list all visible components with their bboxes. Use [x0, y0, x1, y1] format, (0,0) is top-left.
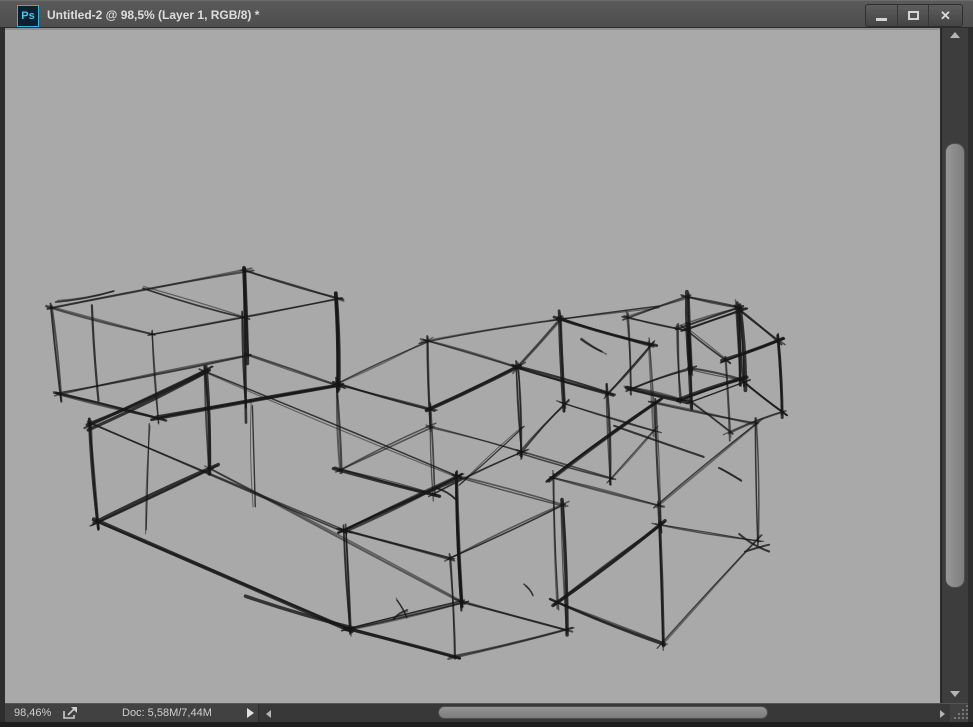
status-popup-arrow-icon[interactable]: [247, 708, 254, 718]
window-border-right: [968, 28, 973, 727]
vertical-scrollbar-thumb[interactable]: [945, 143, 965, 588]
cube-sketch-drawing: [45, 265, 789, 660]
photoshop-document-window: Ps Untitled-2 @ 98,5% (Layer 1, RGB/8) *…: [0, 0, 973, 727]
title-bar[interactable]: Ps Untitled-2 @ 98,5% (Layer 1, RGB/8) *…: [0, 0, 973, 28]
document-title: Untitled-2 @ 98,5% (Layer 1, RGB/8) *: [47, 8, 260, 22]
document-size-info: Doc: 5,58M/7,44M: [122, 707, 212, 719]
maximize-icon: [907, 11, 919, 20]
close-button[interactable]: ✕: [928, 5, 962, 26]
horizontal-scrollbar-thumb[interactable]: [438, 706, 768, 719]
document-canvas[interactable]: [5, 28, 940, 703]
window-controls: ✕: [865, 4, 963, 27]
photoshop-logo-icon[interactable]: Ps: [17, 5, 39, 27]
zoom-level-field[interactable]: 98,46%: [10, 704, 55, 722]
scroll-right-arrow-icon[interactable]: [940, 710, 945, 718]
vertical-scrollbar[interactable]: [941, 28, 968, 703]
horizontal-scrollbar[interactable]: [258, 704, 950, 722]
scroll-down-arrow-icon[interactable]: [950, 691, 960, 697]
status-bar: 98,46% Doc: 5,58M/7,44M: [5, 703, 968, 722]
maximize-button[interactable]: [897, 5, 928, 26]
export-share-icon[interactable]: [62, 706, 80, 723]
minimize-icon: [876, 18, 887, 21]
minimize-button[interactable]: [866, 5, 897, 26]
scroll-up-arrow-icon[interactable]: [950, 32, 960, 38]
window-border-bottom: [0, 722, 973, 727]
scroll-left-arrow-icon[interactable]: [266, 710, 271, 718]
